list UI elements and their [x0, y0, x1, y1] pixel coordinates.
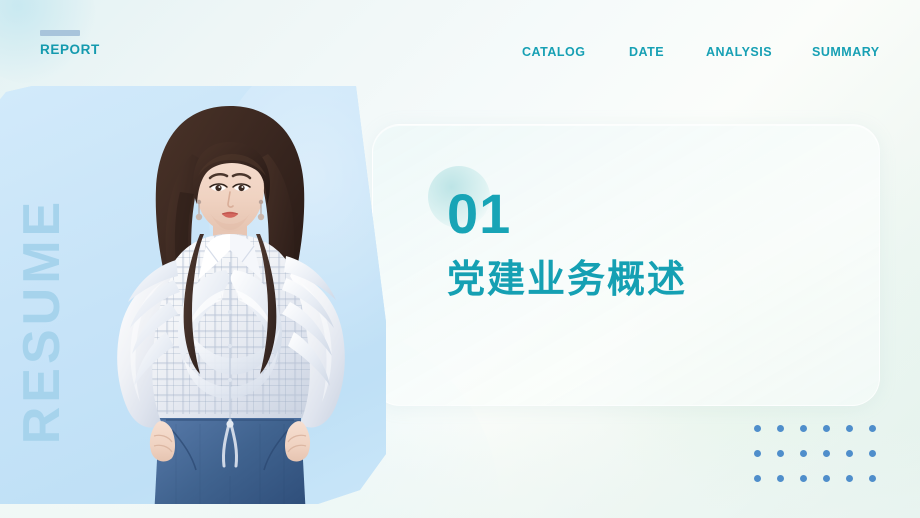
grid-dot: [800, 450, 807, 457]
grid-dot: [869, 475, 876, 482]
grid-dot: [869, 450, 876, 457]
presentation-slide: REPORT CATALOG DATE ANALYSIS SUMMARY 01 …: [0, 0, 920, 518]
top-navigation: CATALOG DATE ANALYSIS SUMMARY: [505, 44, 905, 84]
brand-accent-bar: [40, 30, 80, 36]
left-photo-panel: RESUME: [0, 86, 386, 504]
grid-dot: [846, 475, 853, 482]
grid-dot: [800, 425, 807, 432]
grid-dot: [754, 425, 761, 432]
dot-grid-decoration: [754, 425, 892, 500]
slide-header: REPORT CATALOG DATE ANALYSIS SUMMARY: [0, 0, 920, 86]
grid-dot: [823, 450, 830, 457]
brand-label: REPORT: [40, 42, 100, 57]
grid-dot: [754, 475, 761, 482]
nav-item-catalog[interactable]: CATALOG: [522, 44, 585, 60]
vertical-resume-label: RESUME: [13, 197, 71, 445]
grid-dot: [846, 425, 853, 432]
grid-dot: [777, 450, 784, 457]
grid-dot: [777, 425, 784, 432]
grid-dot: [754, 450, 761, 457]
grid-dot: [846, 450, 853, 457]
nav-item-analysis[interactable]: ANALYSIS: [706, 44, 772, 60]
grid-dot: [777, 475, 784, 482]
section-number: 01: [447, 182, 512, 245]
brand-block: REPORT: [40, 30, 100, 57]
section-title: 党建业务概述: [447, 257, 688, 301]
nav-item-summary[interactable]: SUMMARY: [812, 44, 890, 60]
grid-dot: [869, 425, 876, 432]
grid-dot: [800, 475, 807, 482]
grid-dot: [823, 425, 830, 432]
nav-item-date[interactable]: DATE: [629, 44, 664, 60]
portrait-image: [117, 106, 345, 504]
grid-dot: [823, 475, 830, 482]
